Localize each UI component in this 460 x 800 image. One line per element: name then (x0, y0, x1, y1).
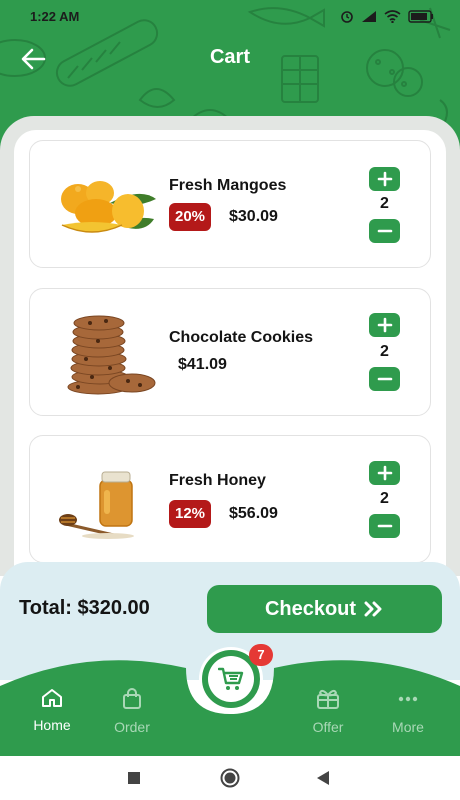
nav-label-order: Order (114, 719, 150, 735)
cookies-image (67, 315, 156, 395)
page-title: Cart (209, 46, 250, 68)
cart-item-card: Fresh Honey 12% $56.09 2 (29, 435, 431, 563)
wifi-icon (384, 9, 401, 23)
cart-count-badge: 7 (249, 644, 273, 666)
nav-label-more: More (392, 719, 424, 735)
more-dots-icon (398, 696, 418, 702)
nav-label-home: Home (33, 717, 71, 733)
decrease-quantity-button[interactable] (369, 219, 400, 243)
plus-icon (377, 465, 392, 481)
quantity-value: 2 (380, 343, 389, 360)
shopping-bag-icon (123, 688, 141, 709)
status-time: 1:22 AM (30, 8, 80, 24)
product-name: Fresh Honey (169, 472, 266, 489)
decrease-quantity-button[interactable] (369, 367, 400, 391)
nav-item-offer[interactable]: Offer (288, 688, 368, 744)
honey-image (59, 471, 134, 539)
cart-icon (218, 667, 244, 690)
cart-fab-inner (208, 656, 254, 702)
title-row: Cart (0, 40, 460, 78)
decrease-quantity-button[interactable] (369, 514, 400, 538)
back-triangle-icon[interactable] (314, 769, 332, 787)
product-name: Chocolate Cookies (169, 329, 314, 346)
checkout-button-label: Checkout (264, 597, 357, 620)
increase-quantity-button[interactable] (369, 313, 400, 337)
product-price: $41.09 (178, 356, 227, 373)
cart-item-card: Fresh Mangoes 20% $30.09 2 (29, 140, 431, 268)
quantity-value: 2 (380, 195, 389, 212)
double-chevron-right-icon (364, 601, 382, 617)
home-circle-icon[interactable] (219, 767, 241, 789)
plus-icon (377, 171, 392, 187)
nav-item-home[interactable]: Home (12, 688, 92, 744)
plus-icon (377, 317, 392, 333)
nav-item-more[interactable]: More (368, 688, 448, 744)
minus-icon (377, 229, 392, 233)
battery-icon (408, 9, 433, 23)
alarm-icon (341, 11, 353, 23)
system-navigation-bar (0, 756, 460, 800)
product-price: $56.09 (229, 505, 278, 522)
checkout-button[interactable]: Checkout (207, 585, 442, 633)
signal-icon (362, 10, 376, 22)
mango-image (61, 181, 156, 233)
nav-label-offer: Offer (312, 719, 344, 735)
cart-total: Total: $320.00 (19, 597, 150, 619)
status-bar: 1:22 AM (0, 0, 460, 32)
status-icons (340, 9, 434, 23)
recents-square-icon[interactable] (126, 770, 142, 786)
home-icon (42, 689, 62, 707)
minus-icon (377, 524, 392, 528)
discount-badge: 20% (169, 203, 212, 231)
discount-badge: 12% (169, 500, 212, 528)
product-price: $30.09 (229, 208, 278, 225)
increase-quantity-button[interactable] (369, 461, 400, 485)
cart-item-card: Chocolate Cookies $41.09 2 (29, 288, 431, 416)
minus-icon (377, 377, 392, 381)
product-name: Fresh Mangoes (169, 177, 287, 194)
increase-quantity-button[interactable] (369, 167, 400, 191)
quantity-value: 2 (380, 490, 389, 507)
nav-item-order[interactable]: Order (92, 688, 172, 744)
gift-icon (317, 689, 339, 709)
